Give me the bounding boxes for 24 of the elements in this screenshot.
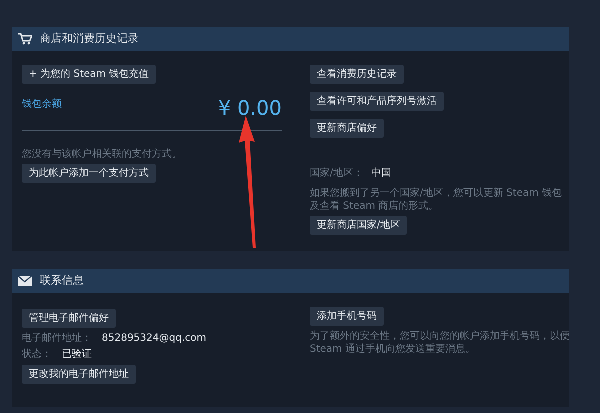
- section-title: 联系信息: [40, 272, 84, 289]
- add-phone-button[interactable]: 添加手机号码: [310, 307, 384, 326]
- section-title: 商店和消费历史记录: [40, 30, 139, 47]
- field-label: 电子邮件地址：: [22, 332, 92, 346]
- field-value: 已验证: [62, 348, 92, 362]
- country-label: 国家/地区：: [310, 166, 364, 181]
- cart-icon: [18, 33, 32, 45]
- change-email-button[interactable]: 更改我的电子邮件地址: [22, 365, 136, 384]
- add-payment-button[interactable]: 为此帐户添加一个支付方式: [22, 164, 156, 183]
- wallet-balance: ¥ 0.00: [218, 96, 282, 120]
- link-button[interactable]: 更新商店偏好: [310, 119, 384, 138]
- field-label: 状态：: [22, 348, 52, 362]
- info-text: 为了额外的安全性，您可以向您的帐户添加手机号码，以便 Steam 通过手机向您发送重要消息。: [310, 330, 571, 356]
- email-preferences-button[interactable]: 管理电子邮件偏好: [22, 309, 116, 328]
- link-button[interactable]: 查看消费历史记录: [310, 65, 404, 84]
- link-button[interactable]: 查看许可和产品序列号激活: [310, 92, 444, 111]
- envelope-icon: [18, 275, 32, 287]
- info-text: 您没有与该帐户相关联的支付方式。: [22, 148, 182, 162]
- info-text: 如果您搬到了另一个国家/地区，您可以更新 Steam 钱包及查看 Steam 商店的形式。: [310, 187, 564, 213]
- update-country-button[interactable]: 更新商店国家/地区: [310, 216, 408, 235]
- country-value: 中国: [371, 166, 392, 181]
- field-value: 852895324@qq.com: [102, 332, 206, 346]
- add-funds-button[interactable]: + 为您的 Steam 钱包充值: [22, 65, 156, 84]
- wallet-label: 钱包余额: [22, 98, 62, 112]
